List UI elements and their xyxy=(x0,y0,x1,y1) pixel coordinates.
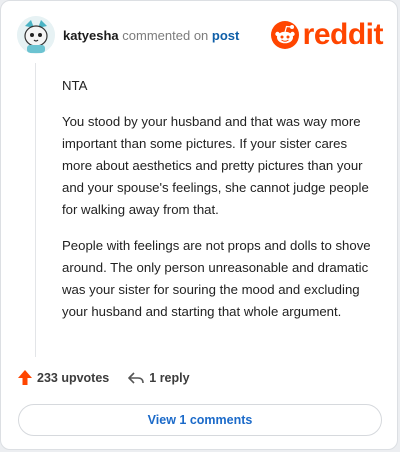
reddit-logo[interactable]: reddit xyxy=(270,18,384,51)
avatar-cat-icon xyxy=(17,16,55,54)
username-link[interactable]: katyesha xyxy=(63,28,119,43)
comment-card: katyesha commented on post reddit NTA Yo… xyxy=(0,0,398,450)
reddit-logo-text: reddit xyxy=(302,18,384,51)
comment-header: katyesha commented on post reddit xyxy=(17,13,384,57)
reddit-snoo-icon xyxy=(270,21,299,49)
comment-body: NTA You stood by your husband and that w… xyxy=(62,75,380,337)
reply-button[interactable]: 1 reply xyxy=(127,370,190,386)
commented-on-text: commented on xyxy=(122,27,209,43)
reply-count: 1 reply xyxy=(149,370,190,385)
post-link[interactable]: post xyxy=(212,28,239,43)
comment-paragraph: You stood by your husband and that was w… xyxy=(62,114,369,217)
comment-paragraph: NTA xyxy=(62,78,88,93)
comment-paragraph: People with feelings are not props and d… xyxy=(62,238,371,319)
comment-actions: 233 upvotes 1 reply xyxy=(17,369,190,386)
thread-line xyxy=(35,63,36,357)
comment-byline: katyesha commented on post xyxy=(63,28,239,43)
reply-arrow-icon xyxy=(128,371,145,384)
upvote-count: 233 upvotes xyxy=(37,370,110,385)
avatar[interactable] xyxy=(17,16,55,54)
view-comments-button[interactable]: View 1 comments xyxy=(18,404,382,436)
upvote-arrow-icon xyxy=(18,370,32,385)
upvote-button[interactable]: 233 upvotes xyxy=(17,369,109,386)
